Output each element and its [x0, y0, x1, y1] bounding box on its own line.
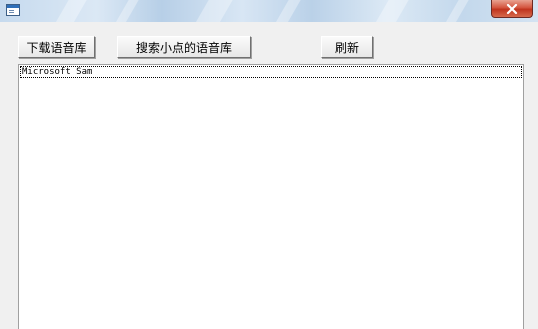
- close-button[interactable]: [491, 0, 533, 18]
- refresh-button[interactable]: 刷新: [321, 36, 373, 58]
- title-bar-glass-streak: [45, 0, 93, 22]
- title-bar-glass-streak: [265, 0, 307, 22]
- title-bar-glass-streak: [185, 0, 239, 22]
- application-window-icon[interactable]: [6, 4, 20, 16]
- title-bar[interactable]: [0, 0, 538, 22]
- title-bar-glass-streak: [105, 0, 145, 22]
- search-smaller-voice-library-button[interactable]: 搜索小点的语音库: [117, 36, 251, 58]
- voice-list-item[interactable]: Microsoft Sam: [20, 66, 522, 78]
- close-x-icon: [506, 3, 518, 14]
- download-voice-library-button[interactable]: 下载语音库: [18, 36, 95, 58]
- voice-listbox[interactable]: Microsoft Sam: [18, 64, 524, 329]
- app-window: 下载语音库 搜索小点的语音库 刷新 Microsoft Sam: [0, 0, 538, 329]
- title-bar-glass-streak: [435, 0, 475, 22]
- title-bar-glass-streak: [365, 0, 415, 22]
